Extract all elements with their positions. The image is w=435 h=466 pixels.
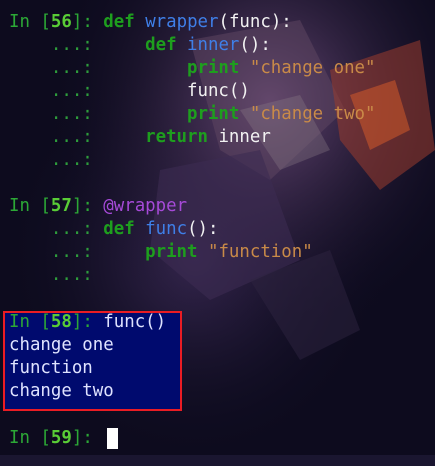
code-text: (): — [239, 35, 271, 55]
keyword: print — [187, 104, 240, 124]
prompt-number: 59 — [50, 428, 72, 448]
string-literal: "function" — [207, 242, 313, 262]
keyword: return — [145, 127, 208, 147]
continuation-prompt: ...: — [50, 81, 93, 101]
active-input-line[interactable]: In [59]: — [9, 427, 93, 450]
prompt-number: 56 — [50, 12, 72, 32]
code-text: (func): — [218, 12, 292, 32]
continuation-prompt: ...: — [50, 219, 93, 239]
code-line: In [56]: def wrapper(func): — [9, 11, 292, 34]
decorator: @wrapper — [103, 196, 188, 216]
code-line: ...: print "function" — [9, 241, 313, 264]
continuation-prompt: ...: — [50, 35, 93, 55]
code-text: (): — [187, 219, 219, 239]
prompt-close: ]: — [71, 196, 93, 216]
string-literal: "change two" — [249, 104, 376, 124]
continuation-prompt: ...: — [50, 242, 93, 262]
code-line: ...: func() — [9, 80, 250, 103]
keyword: def — [103, 12, 135, 32]
code-text: inner — [218, 127, 271, 147]
input-prompt: In [ — [9, 428, 51, 448]
code-line: ...: def func(): — [9, 218, 219, 241]
code-line: ...: print "change one" — [9, 57, 376, 80]
continuation-prompt: ...: — [50, 150, 93, 170]
prompt-number: 58 — [50, 312, 72, 332]
prompt-close: ]: — [71, 12, 93, 32]
code-line: ...: print "change two" — [9, 103, 376, 126]
prompt-number: 57 — [50, 196, 72, 216]
input-prompt: In [ — [9, 196, 51, 216]
function-name: inner — [187, 35, 240, 55]
keyword: print — [145, 242, 198, 262]
code-text: func() — [187, 81, 250, 101]
continuation-prompt: ...: — [50, 104, 93, 124]
input-prompt: In [ — [9, 12, 51, 32]
code-line: In [58]: func() — [9, 311, 166, 334]
code-line: ...: def inner(): — [9, 34, 271, 57]
output-line: change two — [9, 381, 114, 401]
input-prompt: In [ — [9, 312, 51, 332]
output-line: change one — [9, 335, 114, 355]
prompt-close: ]: — [71, 312, 93, 332]
code-text: func() — [103, 312, 167, 332]
text-cursor — [107, 428, 118, 449]
continuation-prompt: ...: — [50, 58, 93, 78]
code-line: ...: — [9, 264, 93, 287]
string-literal: "change one" — [249, 58, 376, 78]
output-line: function — [9, 358, 93, 378]
function-name: wrapper — [145, 12, 219, 32]
keyword: print — [187, 58, 240, 78]
code-line: ...: — [9, 149, 93, 172]
keyword: def — [103, 219, 135, 239]
prompt-close: ]: — [71, 428, 93, 448]
continuation-prompt: ...: — [50, 127, 93, 147]
continuation-prompt: ...: — [50, 265, 93, 285]
code-line: ...: return inner — [9, 126, 271, 149]
code-line: In [57]: @wrapper — [9, 195, 187, 218]
keyword: def — [145, 35, 177, 55]
function-name: func — [145, 219, 188, 239]
